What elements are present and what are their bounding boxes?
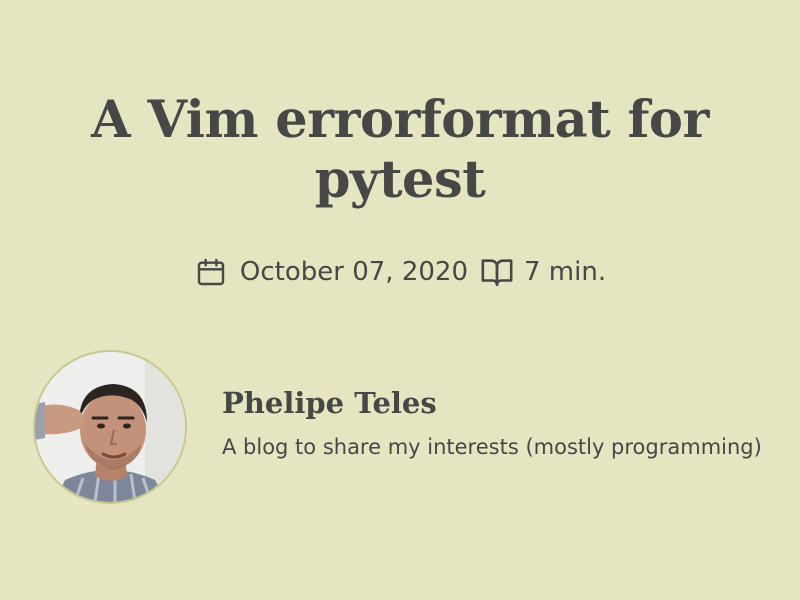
- author-name: Phelipe Teles: [222, 386, 437, 420]
- avatar: [33, 350, 187, 504]
- post-date: October 07, 2020: [239, 257, 468, 287]
- avatar-photo: [35, 352, 185, 502]
- reading-time: 7 min.: [524, 257, 607, 287]
- author-bio: A blog to share my interests (mostly pro…: [222, 435, 762, 459]
- post-title: A Vim errorformat for pytest: [91, 90, 709, 210]
- post-meta: October 07, 2020 7 min.: [0, 252, 800, 292]
- calendar-icon: [194, 255, 228, 289]
- book-open-icon: [480, 255, 514, 289]
